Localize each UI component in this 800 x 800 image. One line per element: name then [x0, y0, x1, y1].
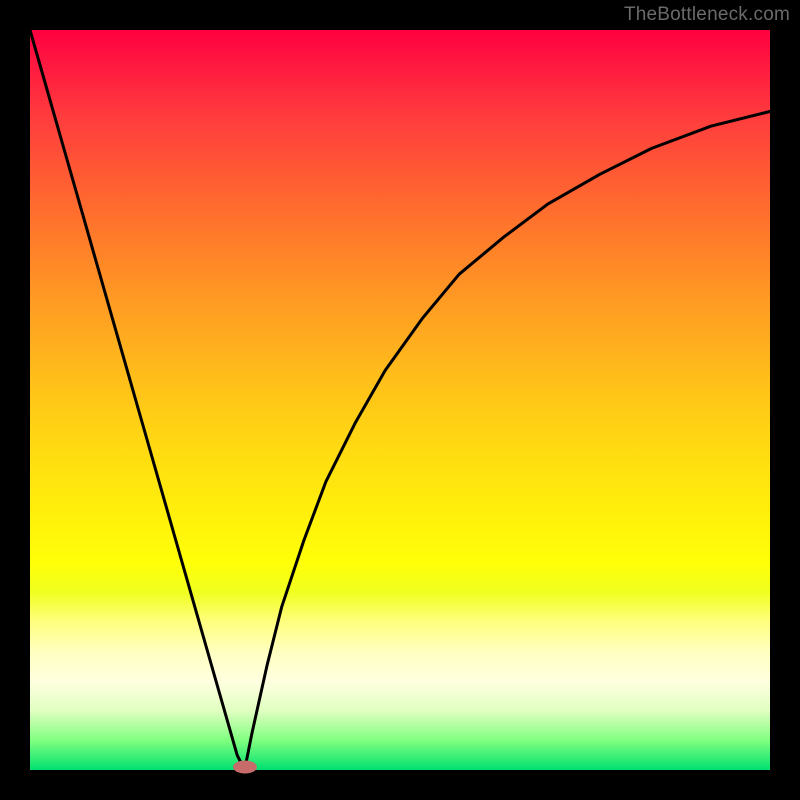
plot-area: [30, 30, 770, 770]
minimum-marker: [233, 761, 257, 774]
chart-container: TheBottleneck.com: [0, 0, 800, 800]
watermark-text: TheBottleneck.com: [624, 4, 790, 26]
